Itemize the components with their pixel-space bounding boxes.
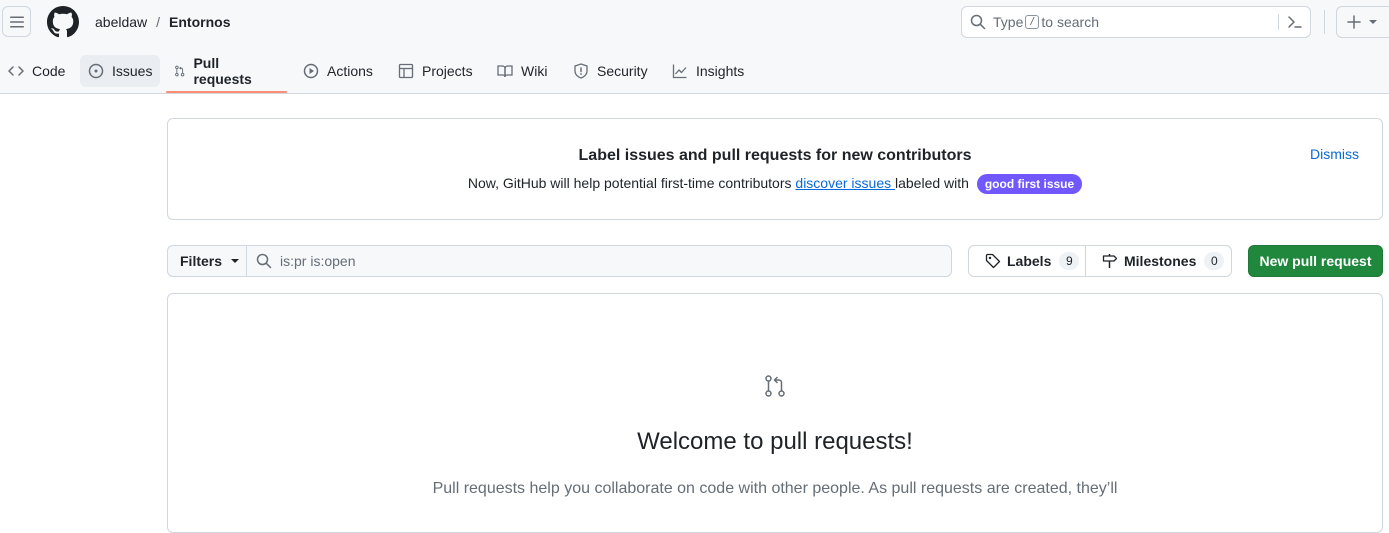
tab-pull-requests-label: Pull requests <box>193 55 252 87</box>
tab-code-label: Code <box>32 63 66 79</box>
selected-tab-underline <box>166 91 287 93</box>
menu-button[interactable] <box>2 6 31 37</box>
pull-request-icon <box>765 375 785 397</box>
milestones-counter: 0 <box>1204 252 1225 270</box>
breadcrumb: abeldaw / Entornos <box>95 14 231 30</box>
banner-text-after: labeled with <box>895 175 969 191</box>
labels-counter: 9 <box>1059 252 1080 270</box>
breadcrumb-owner-link[interactable]: abeldaw <box>95 14 147 30</box>
breadcrumb-separator: / <box>156 14 161 30</box>
tab-actions-label: Actions <box>327 63 373 79</box>
pr-search-query: is:pr is:open <box>280 253 356 269</box>
labels-label: Labels <box>1007 253 1052 269</box>
tab-pull-requests[interactable]: Pull requests <box>166 55 264 87</box>
filters-label: Filters <box>180 253 223 269</box>
tab-insights[interactable]: Insights <box>664 55 752 87</box>
tab-security-label: Security <box>597 63 648 79</box>
tab-issues-label: Issues <box>112 63 153 79</box>
command-palette-icon[interactable] <box>1287 14 1303 30</box>
tab-issues[interactable]: Issues <box>80 55 161 87</box>
pull-requests-blankslate: Welcome to pull requests! Pull requests … <box>167 293 1383 533</box>
graph-icon <box>672 64 687 79</box>
plus-icon <box>1347 15 1361 29</box>
tab-wiki[interactable]: Wiki <box>489 55 555 87</box>
header-divider <box>1324 10 1325 34</box>
search-placeholder: Type / to search <box>993 14 1099 30</box>
book-icon <box>497 65 513 78</box>
hamburger-icon <box>9 16 24 27</box>
shield-icon <box>574 63 588 79</box>
search-prefix: Type <box>993 14 1024 30</box>
table-icon <box>398 63 414 79</box>
labels-button[interactable]: Labels 9 <box>968 245 1086 277</box>
create-new-button[interactable] <box>1336 6 1389 38</box>
milestone-icon <box>1102 254 1118 268</box>
app-header: abeldaw / Entornos Type / to search Code… <box>0 0 1389 94</box>
milestones-label: Milestones <box>1124 253 1197 269</box>
new-pull-request-button[interactable]: New pull request <box>1248 245 1383 277</box>
caret-down-icon <box>1369 20 1377 24</box>
issue-icon <box>88 63 104 79</box>
caret-down-icon <box>231 259 240 263</box>
search-suffix: to search <box>1041 14 1099 30</box>
tab-projects[interactable]: Projects <box>390 55 481 87</box>
breadcrumb-repo-link[interactable]: Entornos <box>169 14 230 30</box>
github-logo-icon[interactable] <box>47 6 79 38</box>
play-icon <box>303 63 319 79</box>
banner-description: Now, GitHub will help potential first-ti… <box>168 173 1382 194</box>
new-contributors-banner: Label issues and pull requests for new c… <box>167 118 1383 220</box>
search-shortcut-key: / <box>1025 15 1040 29</box>
tab-actions[interactable]: Actions <box>295 55 381 87</box>
dismiss-button[interactable]: Dismiss <box>1310 146 1359 162</box>
pr-search-input[interactable]: is:pr is:open <box>246 245 952 277</box>
blankslate-title: Welcome to pull requests! <box>637 428 913 455</box>
milestones-button[interactable]: Milestones 0 <box>1085 245 1232 277</box>
tab-code[interactable]: Code <box>0 55 73 87</box>
tab-insights-label: Insights <box>696 63 745 79</box>
code-icon <box>8 66 24 76</box>
pull-request-icon <box>175 65 185 77</box>
search-divider <box>1278 14 1279 30</box>
search-icon <box>970 14 986 30</box>
search-input[interactable]: Type / to search <box>961 6 1311 38</box>
banner-text-before: Now, GitHub will help potential first-ti… <box>467 175 796 191</box>
tab-security[interactable]: Security <box>565 55 656 87</box>
search-icon <box>256 253 272 269</box>
discover-issues-link[interactable]: discover issues <box>795 175 895 191</box>
good-first-issue-label[interactable]: good first issue <box>976 174 1083 194</box>
tab-wiki-label: Wiki <box>521 63 548 79</box>
tag-icon <box>985 253 1001 269</box>
tab-projects-label: Projects <box>422 63 473 79</box>
filters-button[interactable]: Filters <box>167 245 247 277</box>
blankslate-description: Pull requests help you collaborate on co… <box>432 480 1118 497</box>
banner-title: Label issues and pull requests for new c… <box>578 147 972 164</box>
